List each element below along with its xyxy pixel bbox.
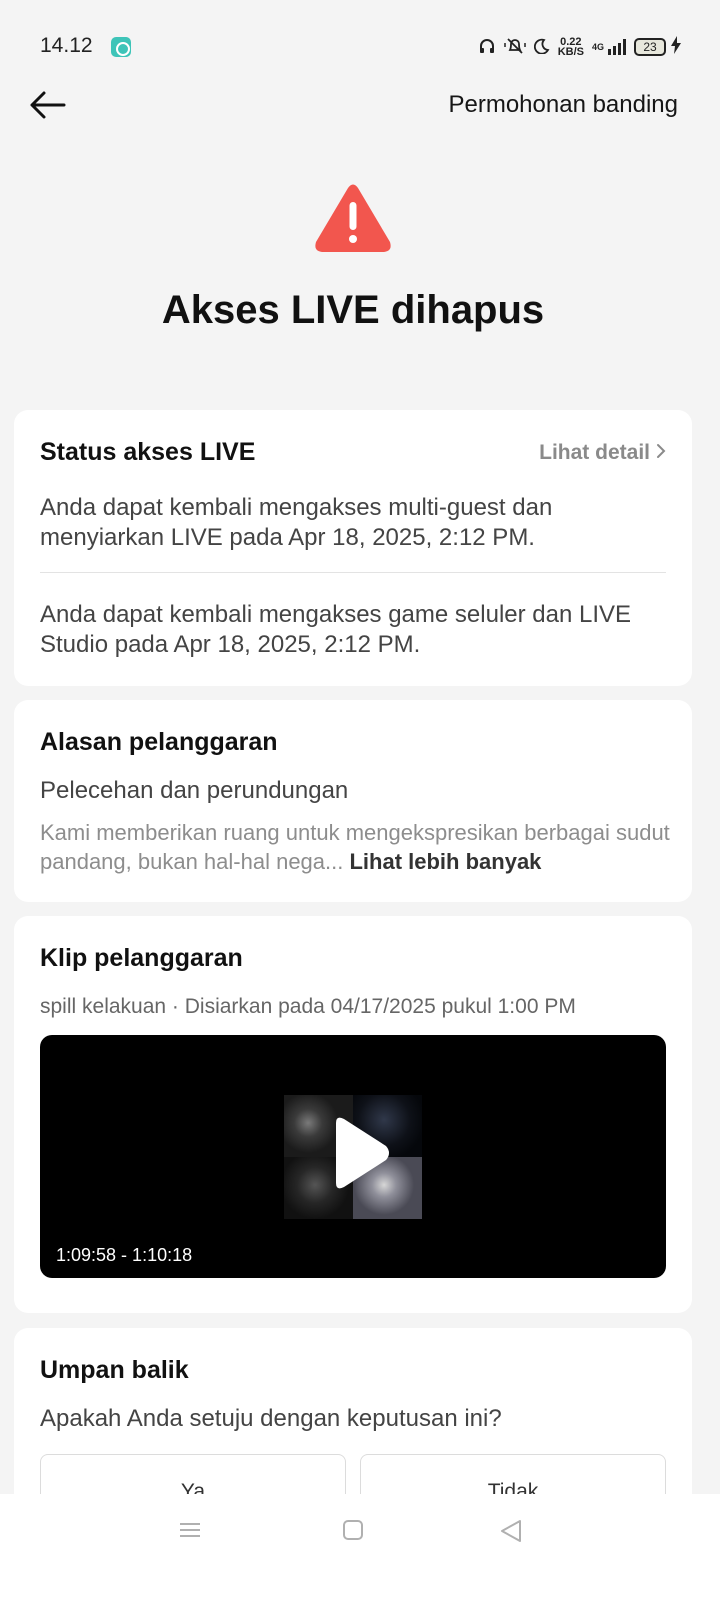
network-speed-unit: KB/S xyxy=(557,46,584,58)
divider xyxy=(40,572,666,573)
page-title: Akses LIVE dihapus xyxy=(161,288,545,332)
signal-icon xyxy=(608,39,626,55)
system-nav-bar xyxy=(0,1494,720,1600)
charging-icon xyxy=(670,35,682,59)
live-access-status-card: Status akses LIVE Lihat detail Anda dapa… xyxy=(14,410,692,686)
see-detail-link[interactable]: Lihat detail xyxy=(539,441,666,465)
status-icons: 0.22 KB/S 4G 23 xyxy=(478,34,682,60)
status-bar: 14.12 0.22 KB/S 4G 23 xyxy=(0,0,720,80)
nav-recents-button[interactable] xyxy=(178,1518,202,1547)
mute-bell-icon xyxy=(503,37,526,58)
status-card-title: Status akses LIVE xyxy=(40,438,256,466)
status-item-mobile-game: Anda dapat kembali mengakses game selule… xyxy=(40,601,632,658)
network-speed: 0.22 KB/S xyxy=(557,37,584,58)
clip-card-title: Klip pelanggaran xyxy=(40,944,243,972)
violation-reason-card: Alasan pelanggaran Pelecehan dan perundu… xyxy=(14,700,692,902)
appeal-link[interactable]: Permohonan banding xyxy=(448,91,678,119)
see-more-link[interactable]: Lihat lebih banyak xyxy=(349,849,541,874)
feedback-question: Apakah Anda setuju dengan keputusan ini? xyxy=(40,1405,502,1432)
reason-card-title: Alasan pelanggaran xyxy=(40,728,278,756)
reason-description: Kami memberikan ruang untuk mengekspresi… xyxy=(40,818,680,876)
feedback-card-title: Umpan balik xyxy=(40,1356,189,1384)
notification-app-icon xyxy=(111,37,131,57)
back-button[interactable] xyxy=(26,86,68,128)
see-detail-label: Lihat detail xyxy=(539,441,650,464)
play-icon xyxy=(326,1117,392,1195)
arrow-left-icon xyxy=(28,90,66,125)
nav-home-button[interactable] xyxy=(341,1518,365,1547)
status-time: 14.12 xyxy=(40,34,93,57)
clip-time-range: 1:09:58 - 1:10:18 xyxy=(56,1245,193,1265)
headphones-icon xyxy=(478,37,496,58)
clip-meta: spill kelakuan · Disiarkan pada 04/17/20… xyxy=(40,995,576,1018)
moon-icon xyxy=(533,38,550,57)
reason-name: Pelecehan dan perundungan xyxy=(40,777,349,804)
video-player[interactable]: 1:09:58 - 1:10:18 xyxy=(40,1035,666,1278)
battery-icon: 23 xyxy=(634,38,666,56)
network-type: 4G xyxy=(591,42,604,52)
chevron-right-icon xyxy=(656,441,666,465)
warning-triangle-icon xyxy=(314,182,392,259)
violation-clip-card: Klip pelanggaran spill kelakuan · Disiar… xyxy=(14,916,692,1313)
battery-level: 23 xyxy=(643,40,657,54)
nav-back-button[interactable] xyxy=(498,1518,524,1549)
status-item-multiguest: Anda dapat kembali mengakses multi-guest… xyxy=(40,494,553,551)
play-button[interactable] xyxy=(326,1115,392,1191)
